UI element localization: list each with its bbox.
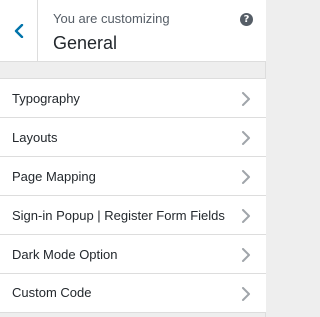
section-layouts[interactable]: Layouts [0, 117, 266, 157]
chevron-right-icon [242, 248, 250, 262]
section-label: Page Mapping [12, 168, 96, 184]
back-button[interactable] [0, 0, 38, 62]
section-typography[interactable]: Typography [0, 78, 266, 118]
section-label: Layouts [12, 129, 58, 145]
section-label: Custom Code [12, 285, 92, 300]
customizer-header: You are customizing General ? [0, 0, 266, 62]
section-label: Sign-in Popup | Register Form Fields [12, 207, 225, 223]
section-dark-mode-option[interactable]: Dark Mode Option [0, 234, 266, 274]
section-custom-code[interactable]: Custom Code [0, 273, 266, 313]
chevron-right-icon [242, 209, 250, 223]
chevron-right-icon [242, 131, 250, 145]
panel-title: General [53, 33, 118, 53]
section-list: Typography Layouts Page Mapping Sign-in … [0, 78, 266, 313]
section-page-mapping[interactable]: Page Mapping [0, 156, 266, 196]
section-label: Typography [12, 90, 80, 106]
chevron-right-icon [242, 92, 250, 106]
panel-title-group: You are customizing General [53, 10, 236, 55]
help-icon[interactable]: ? [240, 13, 253, 26]
section-signin-popup-register-form-fields[interactable]: Sign-in Popup | Register Form Fields [0, 195, 266, 235]
chevron-left-icon [14, 24, 23, 38]
chevron-right-icon [242, 170, 250, 184]
customizer-panel: You are customizing General ? Typography… [0, 0, 266, 317]
chevron-right-icon [242, 287, 250, 301]
customizing-subtitle: You are customizing [53, 11, 170, 26]
section-label: Dark Mode Option [12, 246, 118, 262]
